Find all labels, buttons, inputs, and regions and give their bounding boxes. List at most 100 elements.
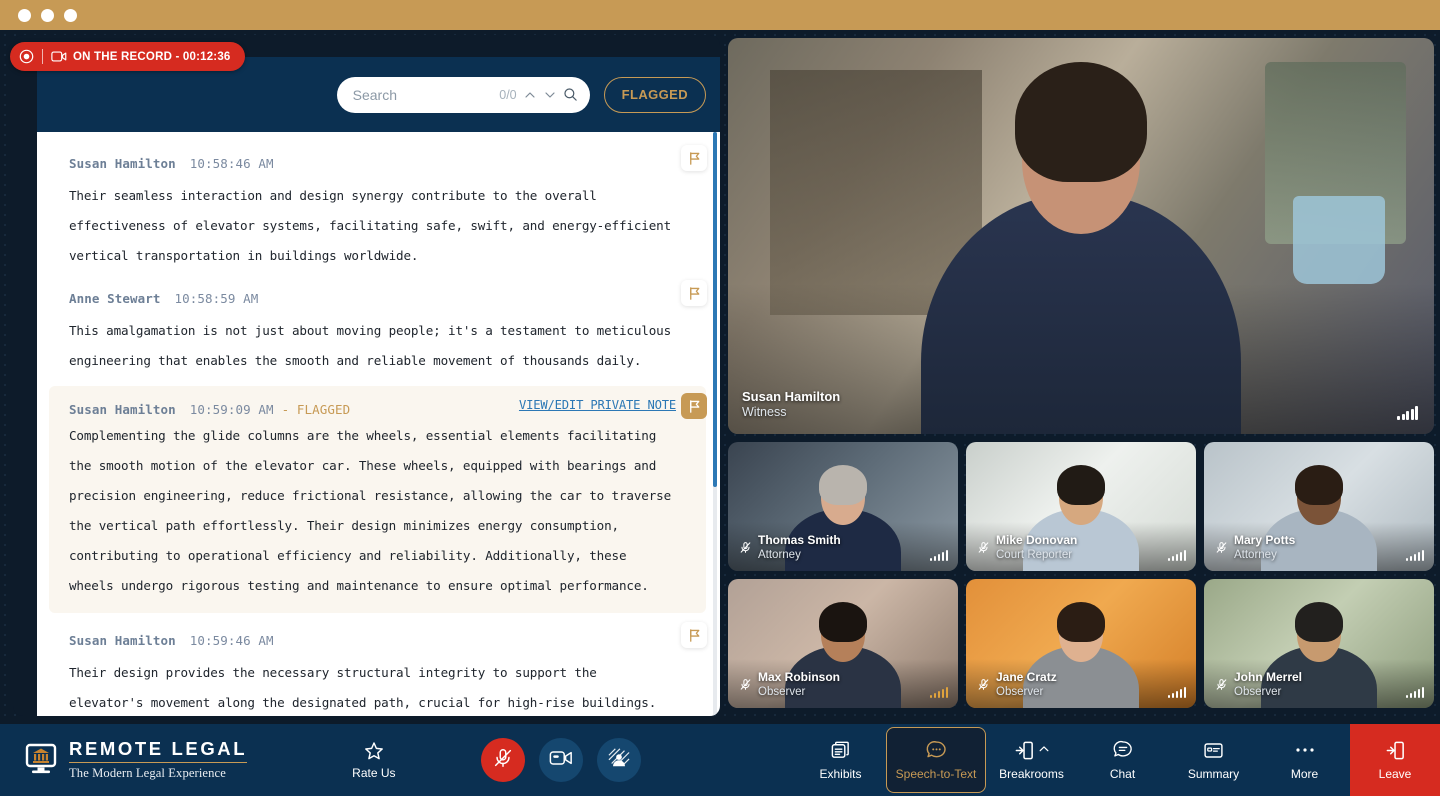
video-grid-row: Max Robinson Observer Jane Cratz Observer Jo… <box>728 579 1434 708</box>
participant-name: Max Robinson <box>758 669 841 684</box>
app-logo[interactable]: REMOTE LEGAL The Modern Legal Experience <box>24 738 248 780</box>
camera-button[interactable] <box>538 738 583 782</box>
toolbar-item-summary[interactable]: Summary <box>1168 724 1259 796</box>
tile-label: Jane Cratz Observer <box>977 670 1057 699</box>
search-box[interactable]: Search 0/0 <box>336 76 590 113</box>
share-screen-button[interactable] <box>596 738 641 782</box>
flag-icon[interactable] <box>681 145 707 171</box>
video-grid: Susan Hamilton Witness Thomas Smith Attor… <box>728 38 1434 716</box>
toolbar-item-label: Summary <box>1187 767 1240 781</box>
logo-title: REMOTE LEGAL <box>69 738 248 760</box>
chevron-up-icon[interactable] <box>523 88 537 102</box>
toolbar-item-leave[interactable]: Leave <box>1350 724 1440 796</box>
view-edit-private-note-link[interactable]: VIEW/EDIT PRIVATE NOTE <box>519 398 676 412</box>
participant-role: Court Reporter <box>996 548 1073 561</box>
video-camera-icon <box>549 748 573 773</box>
flagged-filter-button[interactable]: FLAGGED <box>603 76 706 113</box>
window-minimize-dot[interactable] <box>41 8 54 22</box>
transcript-entry-meta: Susan Hamilton 10:58:46 AM <box>69 140 686 181</box>
transcript-scrollbar-thumb[interactable] <box>713 132 717 487</box>
participant-name: Mary Potts <box>1234 532 1296 547</box>
speaker-name: Anne Stewart <box>69 291 161 306</box>
video-tile[interactable]: Mary Potts Attorney <box>1204 442 1434 571</box>
rate-us-button[interactable]: Rate Us <box>352 740 396 780</box>
record-label: ON THE RECORD - 00:12:36 <box>73 50 231 63</box>
mic-off-icon <box>739 541 752 554</box>
transcript-entry[interactable]: Susan Hamilton 10:58:46 AM Their seamless … <box>69 140 707 275</box>
toolbar-item-more[interactable]: More <box>1259 724 1350 796</box>
mic-off-icon <box>492 747 514 774</box>
toolbar-item-label: Speech-to-Text <box>895 767 977 781</box>
flag-icon[interactable] <box>681 622 707 648</box>
video-tile[interactable]: Max Robinson Observer <box>728 579 958 708</box>
flagged-indicator: - FLAGGED <box>281 402 351 417</box>
flag-icon[interactable] <box>681 393 707 419</box>
window-close-dot[interactable] <box>18 8 31 22</box>
toolbar-items: Exhibits Speech-to-Text Breakrooms Chat Summ… <box>795 724 1440 796</box>
flag-icon[interactable] <box>681 280 707 306</box>
door-exit-icon <box>1014 739 1050 761</box>
toolbar-item-exhibits[interactable]: Exhibits <box>795 724 886 796</box>
flagged-filter-label: FLAGGED <box>621 87 688 102</box>
participant-role: Witness <box>742 405 787 420</box>
toolbar-item-chat[interactable]: Chat <box>1077 724 1168 796</box>
toolbar-item-label: Leave <box>1378 767 1412 781</box>
door-exit-icon <box>1385 739 1406 761</box>
logo-subtitle: The Modern Legal Experience <box>69 765 226 780</box>
logo-divider <box>69 761 248 763</box>
transcript-entry-list[interactable]: Susan Hamilton 10:58:46 AM Their seamless … <box>37 132 720 716</box>
timestamp: 10:59:09 AM <box>189 402 274 417</box>
tile-label: Thomas Smith Attorney <box>739 533 841 562</box>
transcript-text: Their seamless interaction and design sy… <box>69 188 671 263</box>
participant-role: Observer <box>996 685 1044 698</box>
mic-off-icon <box>977 678 990 691</box>
video-tile[interactable]: Mike Donovan Court Reporter <box>966 442 1196 571</box>
microphone-muted-button[interactable] <box>480 738 525 782</box>
search-result-count: 0/0 <box>499 87 517 102</box>
speaker-name: Susan Hamilton <box>69 633 176 648</box>
toolbar-item-breakrooms[interactable]: Breakrooms <box>986 724 1077 796</box>
transcript-entry[interactable]: Susan Hamilton 10:59:09 AM - FLAGGED VIEW/E… <box>49 386 707 613</box>
tile-label: John Merrel Observer <box>1215 670 1302 699</box>
signal-bars-amber-icon <box>929 687 948 698</box>
video-tile[interactable]: Jane Cratz Observer <box>966 579 1196 708</box>
mic-off-icon <box>977 541 990 554</box>
star-icon <box>364 740 384 762</box>
toolbar-item-label: Chat <box>1109 767 1136 781</box>
toolbar-item-label: Breakrooms <box>999 767 1064 781</box>
tile-label: Max Robinson Observer <box>739 670 840 699</box>
magnifier-icon[interactable] <box>563 87 578 102</box>
chevron-up-icon[interactable] <box>1038 743 1050 758</box>
tile-label: Mary Potts Attorney <box>1215 533 1295 562</box>
chevron-down-icon[interactable] <box>543 88 557 102</box>
participant-name: John Merrel <box>1234 669 1303 684</box>
window-maximize-dot[interactable] <box>64 8 77 22</box>
participant-role: Attorney <box>1234 548 1277 561</box>
signal-bars-icon <box>929 550 948 561</box>
tile-label: Mike Donovan Court Reporter <box>977 533 1077 562</box>
video-tile-main[interactable]: Susan Hamilton Witness <box>728 38 1434 434</box>
toolbar-item-label: More <box>1290 767 1319 781</box>
video-tile[interactable]: Thomas Smith Attorney <box>728 442 958 571</box>
bottom-toolbar: REMOTE LEGAL The Modern Legal Experience… <box>0 724 1440 796</box>
signal-bars-icon <box>1405 687 1424 698</box>
search-input[interactable]: Search <box>353 87 494 103</box>
ellipsis-icon <box>1294 739 1316 761</box>
transcript-panel: Search 0/0 FLAGGED Susan Hamilton 10:58:4… <box>13 35 720 716</box>
video-camera-icon <box>51 50 67 63</box>
summary-card-icon <box>1203 739 1224 761</box>
timestamp: 10:59:46 AM <box>189 633 274 648</box>
record-dot-icon <box>19 49 34 64</box>
toolbar-item-speech-to-text[interactable]: Speech-to-Text <box>886 727 986 793</box>
transcript-text: Their design provides the necessary stru… <box>69 665 657 710</box>
signal-bars-icon <box>1167 687 1186 698</box>
transcript-entry[interactable]: Susan Hamilton 10:59:46 AM Their design pr… <box>69 617 707 716</box>
signal-bars-icon <box>1405 550 1424 561</box>
app-window: ON THE RECORD - 00:12:36 Search 0/0 FLAG… <box>0 0 1440 796</box>
on-the-record-badge: ON THE RECORD - 00:12:36 <box>10 42 245 71</box>
video-tile[interactable]: John Merrel Observer <box>1204 579 1434 708</box>
transcript-entry[interactable]: Anne Stewart 10:58:59 AM This amalgamation… <box>69 275 707 380</box>
transcript-entry-meta: Anne Stewart 10:58:59 AM <box>69 275 686 316</box>
speaker-name: Susan Hamilton <box>69 156 176 171</box>
participant-name: Susan Hamilton <box>742 389 841 405</box>
